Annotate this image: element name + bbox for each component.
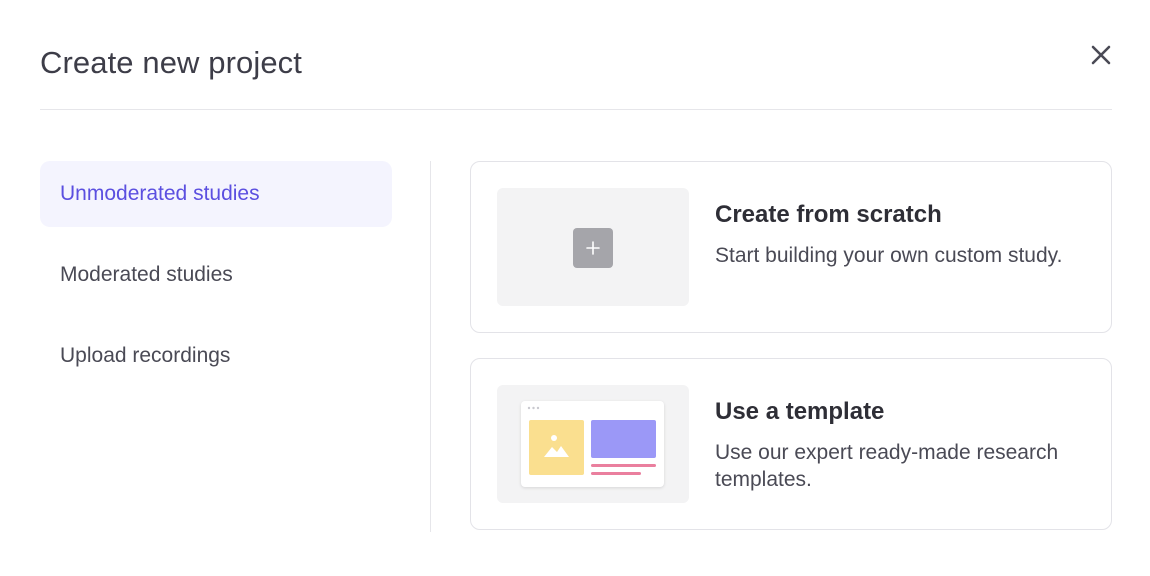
sidebar-item-upload-recordings[interactable]: Upload recordings <box>40 323 392 389</box>
sidebar-item-moderated-studies[interactable]: Moderated studies <box>40 242 392 308</box>
sidebar-item-label: Unmoderated studies <box>60 182 260 205</box>
close-icon <box>1091 45 1111 65</box>
dialog-title: Create new project <box>40 45 302 80</box>
card-title: Create from scratch <box>715 201 942 228</box>
sidebar-item-label: Moderated studies <box>60 263 233 286</box>
close-button[interactable] <box>1084 38 1118 72</box>
header-divider <box>40 109 1112 110</box>
plus-icon <box>573 228 613 268</box>
template-illustration-icon <box>521 401 664 487</box>
use-a-template-card[interactable]: Use a template Use our expert ready-made… <box>470 358 1112 530</box>
create-project-dialog: Create new project Unmoderated studies M… <box>0 0 1150 576</box>
project-type-sidebar: Unmoderated studies Moderated studies Up… <box>40 161 392 404</box>
sidebar-item-label: Upload recordings <box>60 344 231 367</box>
template-thumbnail <box>497 385 689 503</box>
create-from-scratch-card[interactable]: Create from scratch Start building your … <box>470 161 1112 333</box>
card-description: Start building your own custom study. <box>715 244 1063 267</box>
sidebar-divider <box>430 161 431 532</box>
sidebar-item-unmoderated-studies[interactable]: Unmoderated studies <box>40 161 392 227</box>
card-description: Use our expert ready-made research templ… <box>715 441 1059 491</box>
card-title: Use a template <box>715 398 885 425</box>
scratch-thumbnail <box>497 188 689 306</box>
